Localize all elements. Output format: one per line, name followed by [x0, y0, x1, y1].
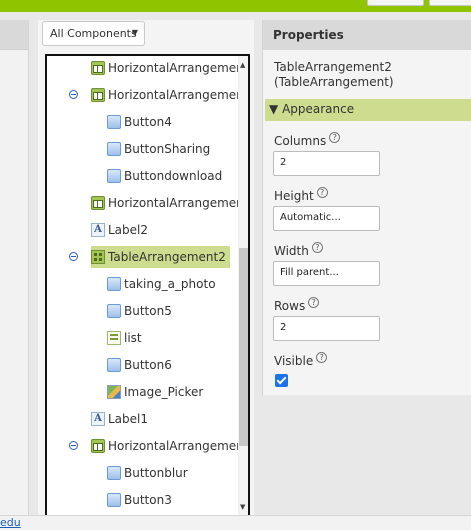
components-panel: All Components ▼ HorizontalArrangement Ho…: [38, 20, 254, 515]
tree-item-label: Label2: [108, 223, 149, 237]
component-name-line: TableArrangement2: [274, 60, 392, 74]
tree-item[interactable]: Image_Picker: [107, 381, 203, 403]
tree-item[interactable]: HorizontalArrangement: [91, 192, 248, 214]
top-toolbar: [0, 0, 471, 12]
columns-label-text: Columns: [274, 134, 327, 148]
visible-checkbox[interactable]: [275, 374, 288, 387]
tree-item[interactable]: Button5: [107, 300, 172, 322]
list-view-icon: [107, 331, 121, 345]
appearance-section-toggle[interactable]: ▼ Appearance: [265, 99, 471, 121]
height-label-text: Height: [274, 189, 314, 203]
height-input[interactable]: Automatic...: [273, 206, 380, 231]
scroll-up-arrow-icon[interactable]: ▲: [240, 61, 245, 69]
tree-item-label: Button5: [124, 304, 172, 318]
chevron-down-icon: ▼: [131, 28, 138, 37]
tree-item-label: HorizontalArrangement: [108, 88, 249, 102]
section-title: Appearance: [282, 102, 355, 116]
help-icon[interactable]: ?: [308, 297, 320, 308]
table-arrangement-icon: [91, 250, 105, 264]
horizontal-arrangement-icon: [91, 196, 105, 210]
tree-item-label: ButtonSharing: [124, 142, 211, 156]
tree-item[interactable]: ButtonSharing: [107, 138, 210, 160]
collapse-toggle-icon[interactable]: [69, 90, 78, 99]
scrollbar-thumb[interactable]: [239, 248, 248, 446]
tree-item[interactable]: TableArrangement2: [91, 246, 230, 268]
width-input[interactable]: Fill parent...: [273, 261, 380, 286]
tree-item-label: Button4: [124, 115, 172, 129]
width-label: Width?: [274, 242, 323, 258]
button-icon: [107, 466, 121, 480]
height-label: Height?: [274, 187, 328, 203]
tree-item[interactable]: HorizontalArrangement: [91, 84, 248, 106]
tree-item-label: Button3: [124, 493, 172, 507]
button-icon: [107, 142, 121, 156]
tree-item-label: TableArrangement2: [108, 250, 226, 264]
horizontal-arrangement-icon: [91, 61, 105, 75]
label-icon: A: [91, 412, 105, 426]
tree-item[interactable]: list: [107, 327, 142, 349]
tree-item-label: Button6: [124, 358, 172, 372]
tree-item[interactable]: Button4: [107, 111, 172, 133]
tree-item-label: HorizontalArrangement: [108, 61, 249, 75]
horizontal-arrangement-icon: [91, 88, 105, 102]
component-filter-label: All Components: [50, 27, 137, 40]
tree-item[interactable]: Button6: [107, 354, 172, 376]
tree-item-label: Image_Picker: [124, 385, 204, 399]
help-icon[interactable]: ?: [311, 242, 323, 253]
component-type-line: (TableArrangement): [274, 75, 394, 89]
selected-component-name: TableArrangement2 (TableArrangement): [274, 60, 394, 90]
tree-item[interactable]: A Label2: [91, 219, 148, 241]
image-picker-icon: [107, 385, 121, 399]
tree-item[interactable]: HorizontalArrangement: [91, 435, 248, 457]
button-icon: [107, 304, 121, 318]
button-icon: [107, 493, 121, 507]
toolbar-button[interactable]: [429, 0, 471, 6]
collapse-toggle-icon[interactable]: [69, 252, 78, 261]
horizontal-arrangement-icon: [91, 439, 105, 453]
tree-item-label: HorizontalArrangement: [108, 196, 249, 210]
tree-item-label: Label1: [108, 412, 149, 426]
properties-panel: Properties TableArrangement2 (TableArran…: [262, 20, 471, 395]
button-icon: [107, 358, 121, 372]
button-icon: [107, 115, 121, 129]
footer-link[interactable]: edu: [0, 516, 21, 529]
component-filter-dropdown[interactable]: All Components ▼: [42, 21, 145, 46]
tree-item[interactable]: taking_a_photo: [107, 273, 216, 295]
button-icon: [107, 169, 121, 183]
tree-item[interactable]: HorizontalArrangement: [91, 57, 248, 79]
scroll-down-arrow-icon[interactable]: ▼: [240, 503, 245, 511]
help-icon[interactable]: ?: [329, 132, 341, 143]
columns-label: Columns?: [274, 132, 341, 148]
tree-item[interactable]: Buttonblur: [107, 462, 188, 484]
help-icon[interactable]: ?: [316, 187, 328, 198]
tree-item[interactable]: Buttondownload: [107, 165, 222, 187]
component-tree[interactable]: HorizontalArrangement HorizontalArrangeme…: [45, 54, 250, 515]
help-icon[interactable]: ?: [316, 352, 328, 363]
properties-header: Properties: [263, 20, 471, 50]
toolbar-button[interactable]: [367, 0, 424, 6]
tree-item-label: Buttonblur: [124, 466, 188, 480]
tree-item-label: list: [124, 331, 142, 345]
tree-scrollbar[interactable]: ▲ ▼: [238, 56, 248, 515]
columns-input[interactable]: 2: [273, 151, 380, 176]
bottom-status-strip: edu: [0, 515, 471, 530]
rows-label: Rows?: [274, 297, 320, 313]
collapse-toggle-icon[interactable]: [69, 441, 78, 450]
width-label-text: Width: [274, 244, 309, 258]
viewer-panel-header: [0, 20, 28, 50]
tree-item-label: Buttondownload: [124, 169, 223, 183]
tree-item[interactable]: Button3: [107, 489, 172, 511]
viewer-panel-edge: [0, 20, 29, 515]
rows-label-text: Rows: [274, 299, 306, 313]
label-icon: A: [91, 223, 105, 237]
visible-label-text: Visible: [274, 354, 314, 368]
tree-item[interactable]: A Label1: [91, 408, 148, 430]
visible-label: Visible?: [274, 352, 328, 368]
triangle-down-icon: ▼: [269, 102, 279, 116]
tree-item-label: taking_a_photo: [124, 277, 216, 291]
tree-item-label: HorizontalArrangement: [108, 439, 249, 453]
rows-input[interactable]: 2: [273, 316, 380, 341]
button-icon: [107, 277, 121, 291]
